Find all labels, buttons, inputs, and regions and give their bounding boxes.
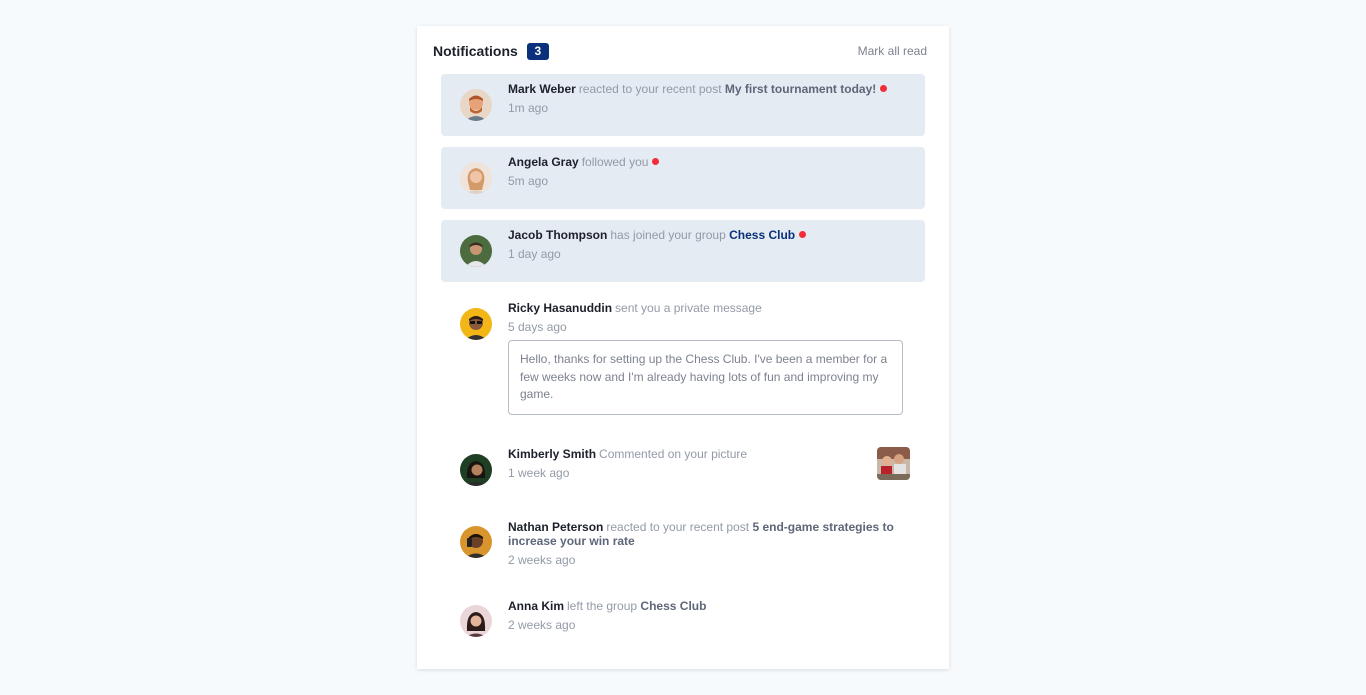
group-link[interactable]: Chess Club <box>640 599 706 613</box>
notifications-card: Notifications 3 Mark all read Mark Weber… <box>417 26 949 669</box>
notification-time: 1 week ago <box>508 466 570 480</box>
notification-time: 2 weeks ago <box>508 553 576 567</box>
notification-time: 1 day ago <box>508 247 561 261</box>
user-name[interactable]: Angela Gray <box>508 155 579 169</box>
user-name[interactable]: Ricky Hasanuddin <box>508 301 612 315</box>
avatar[interactable] <box>460 308 492 340</box>
notification-item[interactable]: Mark Weber reacted to your recent post My… <box>441 74 925 136</box>
user-name[interactable]: Nathan Peterson <box>508 520 603 534</box>
notification-content: Angela Gray followed you 5m ago <box>508 155 907 188</box>
notification-time: 5 days ago <box>508 320 567 334</box>
unread-dot <box>799 231 807 238</box>
notification-item[interactable]: Kimberly Smith Commented on your picture … <box>441 439 925 499</box>
notification-content: Nathan Peterson reacted to your recent po… <box>508 520 907 567</box>
avatar[interactable] <box>460 162 492 194</box>
avatar[interactable] <box>460 235 492 267</box>
notification-item[interactable]: Ricky Hasanuddin sent you a private messa… <box>441 293 925 419</box>
notification-time: 5m ago <box>508 174 549 188</box>
notification-action: Commented on your picture <box>599 447 748 461</box>
notification-content: Ricky Hasanuddin sent you a private messa… <box>508 301 907 415</box>
title-wrap: Notifications 3 <box>433 42 549 60</box>
notification-action: has joined your group <box>610 228 726 242</box>
notification-action: left the group <box>567 599 638 613</box>
commented-picture-thumbnail[interactable] <box>877 447 910 480</box>
notification-content: Kimberly Smith Commented on your picture … <box>508 447 855 480</box>
avatar[interactable] <box>460 89 492 121</box>
notification-item[interactable]: Anna Kim left the group Chess Club 2 week… <box>441 591 925 651</box>
unread-dot <box>652 158 660 165</box>
notification-time: 2 weeks ago <box>508 618 576 632</box>
notification-action: sent you a private message <box>615 301 762 315</box>
unread-count-badge: 3 <box>526 42 549 60</box>
unread-dot <box>880 85 888 92</box>
group-link[interactable]: Chess Club <box>729 228 795 242</box>
user-name[interactable]: Kimberly Smith <box>508 447 596 461</box>
avatar[interactable] <box>460 526 492 558</box>
avatar[interactable] <box>460 454 492 486</box>
notification-action: reacted to your recent post <box>606 520 750 534</box>
notification-content: Jacob Thompson has joined your group Ches… <box>508 228 907 261</box>
notification-item[interactable]: Jacob Thompson has joined your group Ches… <box>441 220 925 282</box>
user-name[interactable]: Mark Weber <box>508 82 576 96</box>
notification-content: Mark Weber reacted to your recent post My… <box>508 82 907 115</box>
notifications-header: Notifications 3 Mark all read <box>433 42 927 60</box>
user-name[interactable]: Anna Kim <box>508 599 564 613</box>
notification-item[interactable]: Angela Gray followed you 5m ago <box>441 147 925 209</box>
notification-content: Anna Kim left the group Chess Club 2 week… <box>508 599 907 632</box>
notification-action: reacted to your recent post <box>578 82 722 96</box>
mark-all-read-button[interactable]: Mark all read <box>858 44 927 58</box>
notification-action: followed you <box>581 155 649 169</box>
notification-time: 1m ago <box>508 101 549 115</box>
post-link[interactable]: My first tournament today! <box>725 82 876 96</box>
avatar[interactable] <box>460 605 492 637</box>
notification-item[interactable]: Nathan Peterson reacted to your recent po… <box>441 512 925 572</box>
user-name[interactable]: Jacob Thompson <box>508 228 607 242</box>
page-title: Notifications <box>433 43 518 59</box>
private-message[interactable]: Hello, thanks for setting up the Chess C… <box>508 340 903 415</box>
